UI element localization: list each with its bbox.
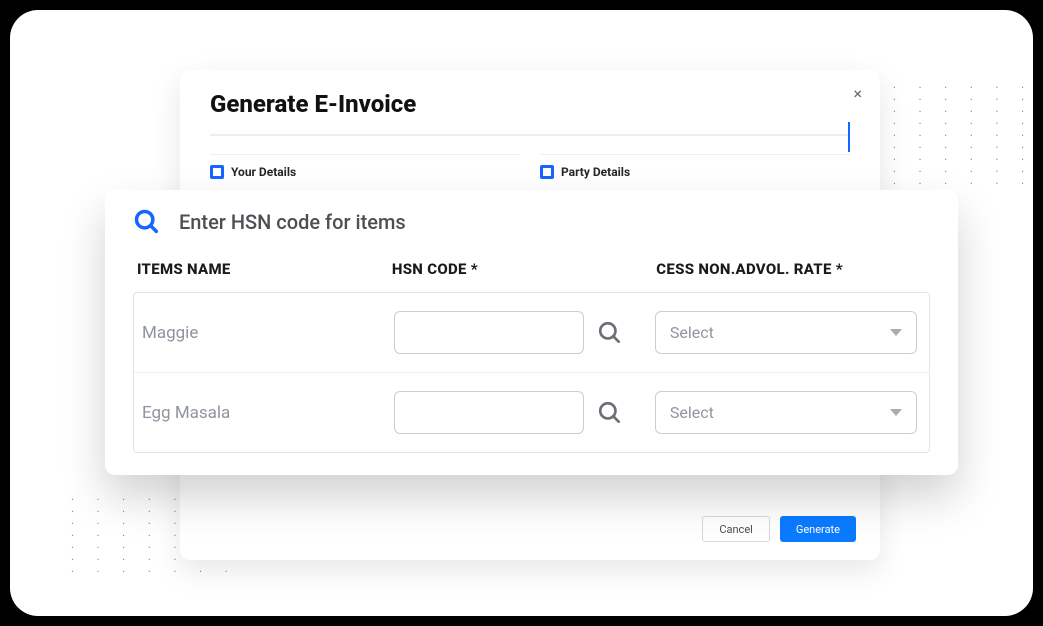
- hsn-lookup-button[interactable]: [594, 317, 626, 349]
- generate-button[interactable]: Generate: [780, 516, 856, 542]
- select-placeholder: Select: [670, 323, 714, 342]
- title-underline: [210, 134, 850, 136]
- col-hsn-code: HSN CODE *: [392, 260, 642, 278]
- table-row: Maggie Select: [134, 293, 929, 372]
- decorative-dots-top: . . . . . . .. . . . . . .. . . . . . ..…: [866, 80, 1033, 188]
- section-icon: [210, 165, 224, 179]
- page-title: Generate E-Invoice: [210, 90, 850, 118]
- item-name: Maggie: [142, 323, 380, 343]
- table-header: ITEMS NAME HSN CODE * CESS NON.ADVOL. RA…: [133, 260, 930, 278]
- table-body: Maggie Select Egg: [133, 292, 930, 453]
- close-icon[interactable]: ×: [853, 84, 862, 103]
- hsn-lookup-button[interactable]: [594, 397, 626, 429]
- col-cess-rate: CESS NON.ADVOL. RATE *: [656, 260, 926, 278]
- item-name: Egg Masala: [142, 403, 380, 423]
- cess-rate-select[interactable]: Select: [655, 391, 917, 434]
- section-title-your: Your Details: [231, 165, 296, 179]
- chevron-down-icon: [890, 409, 902, 416]
- col-items-name: ITEMS NAME: [137, 260, 378, 278]
- footer-actions: Cancel Generate: [702, 516, 856, 542]
- cancel-button[interactable]: Cancel: [702, 516, 769, 542]
- chevron-down-icon: [890, 329, 902, 336]
- table-row: Egg Masala Select: [134, 372, 929, 452]
- modal-title: Enter HSN code for items: [179, 210, 406, 234]
- modal-header: Enter HSN code for items: [133, 208, 930, 236]
- hsn-table: ITEMS NAME HSN CODE * CESS NON.ADVOL. RA…: [133, 260, 930, 453]
- hsn-code-input[interactable]: [394, 391, 584, 434]
- hsn-modal: Enter HSN code for items ITEMS NAME HSN …: [105, 190, 958, 475]
- hsn-code-input[interactable]: [394, 311, 584, 354]
- app-stage: . . . . . . .. . . . . . .. . . . . . ..…: [10, 10, 1033, 616]
- cess-rate-select[interactable]: Select: [655, 311, 917, 354]
- select-placeholder: Select: [670, 403, 714, 422]
- section-icon: [540, 165, 554, 179]
- search-icon: [133, 208, 161, 236]
- section-title-party: Party Details: [561, 165, 630, 179]
